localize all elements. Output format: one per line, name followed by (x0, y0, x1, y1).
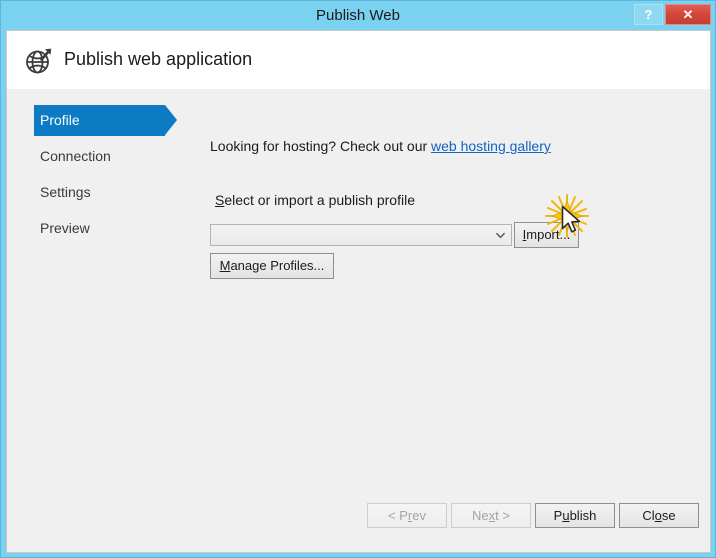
profile-label-rest: elect or import a publish profile (224, 192, 415, 208)
web-hosting-gallery-link[interactable]: web hosting gallery (431, 138, 551, 154)
close-dialog-button[interactable]: Close (619, 503, 699, 528)
sidebar-item-profile[interactable]: Profile (7, 105, 197, 136)
close-button-accel: o (654, 508, 662, 523)
dialog-header: Publish web application (7, 31, 710, 89)
publish-button-accel: u (562, 508, 570, 523)
publish-web-dialog-window: Publish Web ? ✕ Publish web application (0, 0, 716, 558)
prev-button-pre: < P (388, 508, 408, 523)
next-button-pre: Ne (472, 508, 489, 523)
page-title: Publish web application (64, 49, 253, 69)
sidebar-item-label: Preview (40, 220, 90, 236)
import-button[interactable]: Import... (514, 222, 579, 248)
hosting-prompt-text: Looking for hosting? Check out our (210, 138, 432, 154)
close-button-pre: Cl (642, 508, 655, 523)
sidebar-item-settings[interactable]: Settings (7, 177, 197, 208)
sidebar-selection-arrow-icon (165, 105, 177, 135)
close-icon[interactable]: ✕ (665, 4, 711, 25)
hosting-prompt: Looking for hosting? Check out our web h… (210, 138, 551, 154)
profile-field-label: Select or import a publish profile (215, 192, 415, 208)
next-button[interactable]: Next > (451, 503, 531, 528)
dialog-footer: < Prev Next > Publish Close (7, 492, 710, 552)
globe-publish-icon (26, 48, 52, 74)
publish-button[interactable]: Publish (535, 503, 615, 528)
window-title: Publish Web (316, 7, 400, 24)
dialog-body: Profile Connection Settings Preview Look… (7, 89, 710, 552)
dialog-client-area: Publish web application Profile Connecti… (6, 30, 711, 553)
sidebar-item-connection[interactable]: Connection (7, 141, 197, 172)
publish-button-post: blish (569, 508, 597, 523)
title-bar[interactable]: Publish Web ? ✕ (1, 1, 715, 31)
prev-button[interactable]: < Prev (367, 503, 447, 528)
sidebar-item-preview[interactable]: Preview (7, 213, 197, 244)
sidebar-item-label: Connection (40, 148, 111, 164)
profile-label-accel: S (215, 192, 225, 208)
prev-button-post: ev (412, 508, 426, 523)
help-icon[interactable]: ? (634, 4, 663, 25)
manage-profiles-accel: M (219, 258, 231, 273)
manage-profiles-label: anage Profiles... (230, 258, 325, 273)
import-button-label: mport... (526, 227, 571, 242)
manage-profiles-button[interactable]: Manage Profiles... (210, 253, 334, 279)
sidebar-item-label: Profile (40, 112, 80, 128)
chevron-down-icon (496, 232, 505, 239)
sidebar-item-label: Settings (40, 184, 91, 200)
close-button-post: se (661, 508, 676, 523)
sidebar-nav: Profile Connection Settings Preview (7, 105, 197, 249)
publish-profile-select[interactable] (210, 224, 512, 246)
next-button-post: t > (495, 508, 510, 523)
